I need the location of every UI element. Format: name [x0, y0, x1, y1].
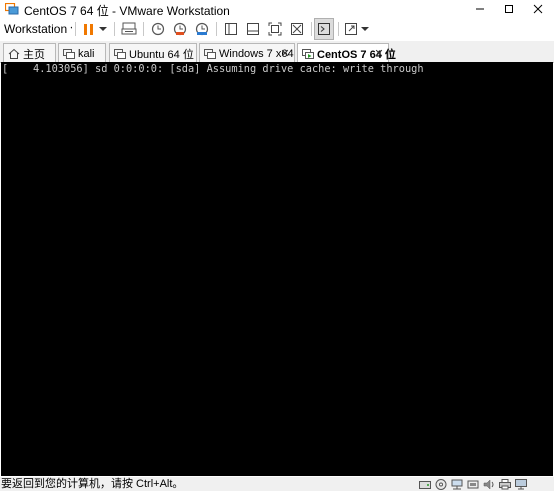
tab-kali[interactable]: kali [58, 43, 106, 63]
pause-icon [84, 23, 93, 35]
hard-disk-icon[interactable] [418, 478, 431, 490]
show-library-icon [225, 23, 237, 35]
snapshot-button[interactable] [148, 18, 168, 40]
toolbar: Workstation [0, 18, 554, 40]
workstation-menu-label: Workstation [4, 22, 68, 36]
window-title: CentOS 7 64 位 - VMware Workstation [24, 4, 230, 18]
console-view-button[interactable] [314, 18, 334, 40]
vm-icon [114, 48, 126, 60]
thumbnail-bar-button[interactable] [243, 18, 263, 40]
workstation-menu-button[interactable]: Workstation [4, 18, 72, 40]
vm-console[interactable]: [ 4.103056] sd 0:0:0:0: [sda] Assuming d… [1, 62, 553, 476]
vmware-logo-icon [4, 2, 19, 15]
close-icon[interactable] [524, 0, 552, 18]
tab-label: kali [78, 47, 95, 60]
tab-windows7[interactable]: Windows 7 x64 ✕ [199, 43, 295, 63]
close-icon[interactable]: ✕ [373, 47, 385, 60]
tab-centos[interactable]: CentOS 7 64 位 ✕ [297, 43, 396, 64]
revert-snapshot-icon [173, 22, 187, 36]
display-icon[interactable] [514, 478, 527, 490]
console-view-icon [318, 23, 330, 35]
maximize-icon[interactable] [495, 0, 523, 18]
stretch-guest-icon [344, 23, 357, 35]
full-screen-icon [268, 22, 282, 36]
status-bar: 要返回到您的计算机，请按 Ctrl+Alt。 [0, 477, 554, 491]
show-library-button[interactable] [221, 18, 241, 40]
send-ctrl-alt-del-button[interactable] [119, 18, 139, 40]
vm-icon [63, 48, 75, 60]
full-screen-button[interactable] [265, 18, 285, 40]
usb-icon[interactable] [466, 478, 479, 490]
pause-button[interactable] [80, 18, 110, 40]
console-line: [ 4.103056] sd 0:0:0:0: [sda] Assuming d… [2, 63, 424, 75]
vm-icon [204, 48, 216, 60]
minimize-icon[interactable] [466, 0, 494, 18]
network-icon[interactable] [450, 478, 463, 490]
cd-dvd-icon[interactable] [434, 478, 447, 490]
snapshot-manager-button[interactable] [192, 18, 212, 40]
snapshot-manager-icon [195, 22, 209, 36]
send-ctrl-alt-del-icon [121, 22, 137, 35]
status-message: 要返回到您的计算机，请按 Ctrl+Alt。 [1, 478, 184, 490]
unity-icon [291, 23, 303, 35]
tab-label: Ubuntu 64 位 [129, 48, 194, 61]
home-icon [8, 48, 20, 60]
tab-label: 主页 [23, 48, 45, 61]
vm-running-icon [302, 48, 314, 60]
close-icon[interactable]: ✕ [279, 47, 291, 60]
tab-home[interactable]: 主页 [3, 43, 56, 63]
thumbnail-bar-icon [247, 23, 259, 35]
tab-bar: 主页 kali Ubuntu 64 位 Windows 7 x64 ✕ Cent… [0, 41, 554, 64]
revert-snapshot-button[interactable] [170, 18, 190, 40]
title-bar: CentOS 7 64 位 - VMware Workstation [0, 0, 554, 18]
chevron-down-icon [360, 27, 369, 31]
tab-ubuntu[interactable]: Ubuntu 64 位 [109, 43, 197, 63]
sound-icon[interactable] [482, 478, 495, 490]
snapshot-icon [151, 22, 165, 36]
chevron-down-icon [70, 26, 72, 29]
stretch-guest-button[interactable] [342, 18, 370, 40]
printer-icon[interactable] [498, 478, 511, 490]
unity-button[interactable] [287, 18, 307, 40]
chevron-down-icon [99, 27, 107, 31]
